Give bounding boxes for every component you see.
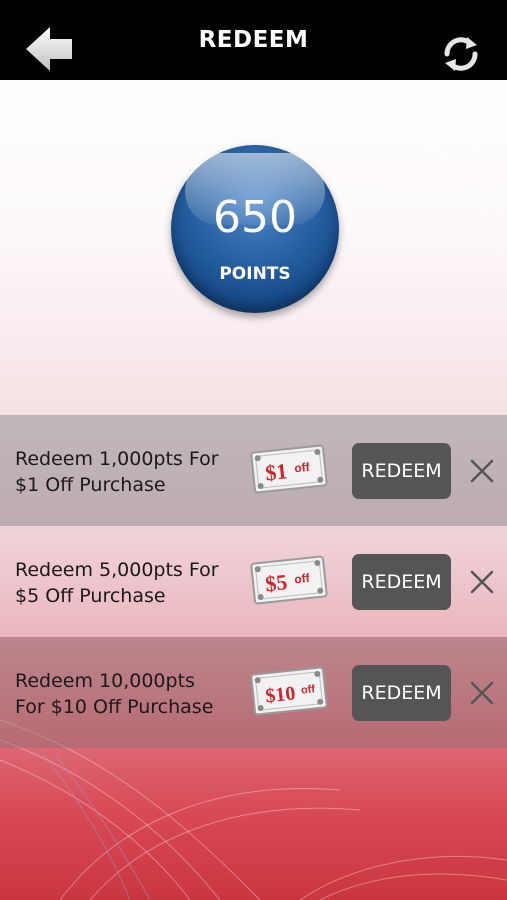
coupon-icon: $1 off (250, 444, 328, 494)
refresh-button[interactable] (441, 34, 481, 74)
offer-text-line: For $10 Off Purchase (15, 696, 214, 718)
points-badge: 650 POINTS (171, 145, 339, 313)
offer-text-line: Redeem 10,000pts (15, 670, 195, 692)
offer-text-line: $1 Off Purchase (15, 474, 166, 496)
close-icon[interactable] (470, 459, 494, 483)
svg-text:off: off (294, 460, 312, 476)
offer-row: Redeem 5,000pts For $5 Off Purchase $5 o… (0, 526, 507, 637)
close-icon[interactable] (470, 681, 494, 705)
offer-description: Redeem 1,000pts For $1 Off Purchase (15, 446, 245, 498)
back-button[interactable] (22, 24, 78, 74)
offer-description: Redeem 5,000pts For $5 Off Purchase (15, 557, 245, 609)
offer-text-line: $5 Off Purchase (15, 585, 166, 607)
offer-text-line: Redeem 5,000pts For (15, 559, 219, 581)
redeem-button[interactable]: REDEEM (352, 665, 451, 721)
close-icon[interactable] (470, 570, 494, 594)
offer-row: Redeem 1,000pts For $1 Off Purchase $1 o… (0, 415, 507, 526)
offer-row: Redeem 10,000pts For $10 Off Purchase $1… (0, 637, 507, 748)
offer-list: Redeem 1,000pts For $1 Off Purchase $1 o… (0, 415, 507, 748)
redeem-button[interactable]: REDEEM (352, 443, 451, 499)
points-value: 650 (213, 192, 297, 243)
svg-text:$10: $10 (264, 682, 296, 707)
redeem-button[interactable]: REDEEM (352, 554, 451, 610)
points-label: POINTS (219, 264, 291, 284)
coupon-icon: $10 off (250, 666, 328, 716)
page-title: REDEEM (198, 27, 309, 53)
refresh-icon (444, 37, 478, 71)
top-bar: REDEEM (0, 0, 507, 80)
offer-description: Redeem 10,000pts For $10 Off Purchase (15, 668, 245, 720)
svg-text:$1: $1 (264, 458, 288, 485)
arrow-left-icon (26, 27, 72, 71)
svg-text:off: off (300, 683, 316, 696)
svg-text:$5: $5 (264, 569, 288, 596)
offer-text-line: Redeem 1,000pts For (15, 448, 219, 470)
svg-text:off: off (294, 571, 312, 587)
coupon-icon: $5 off (250, 555, 328, 605)
